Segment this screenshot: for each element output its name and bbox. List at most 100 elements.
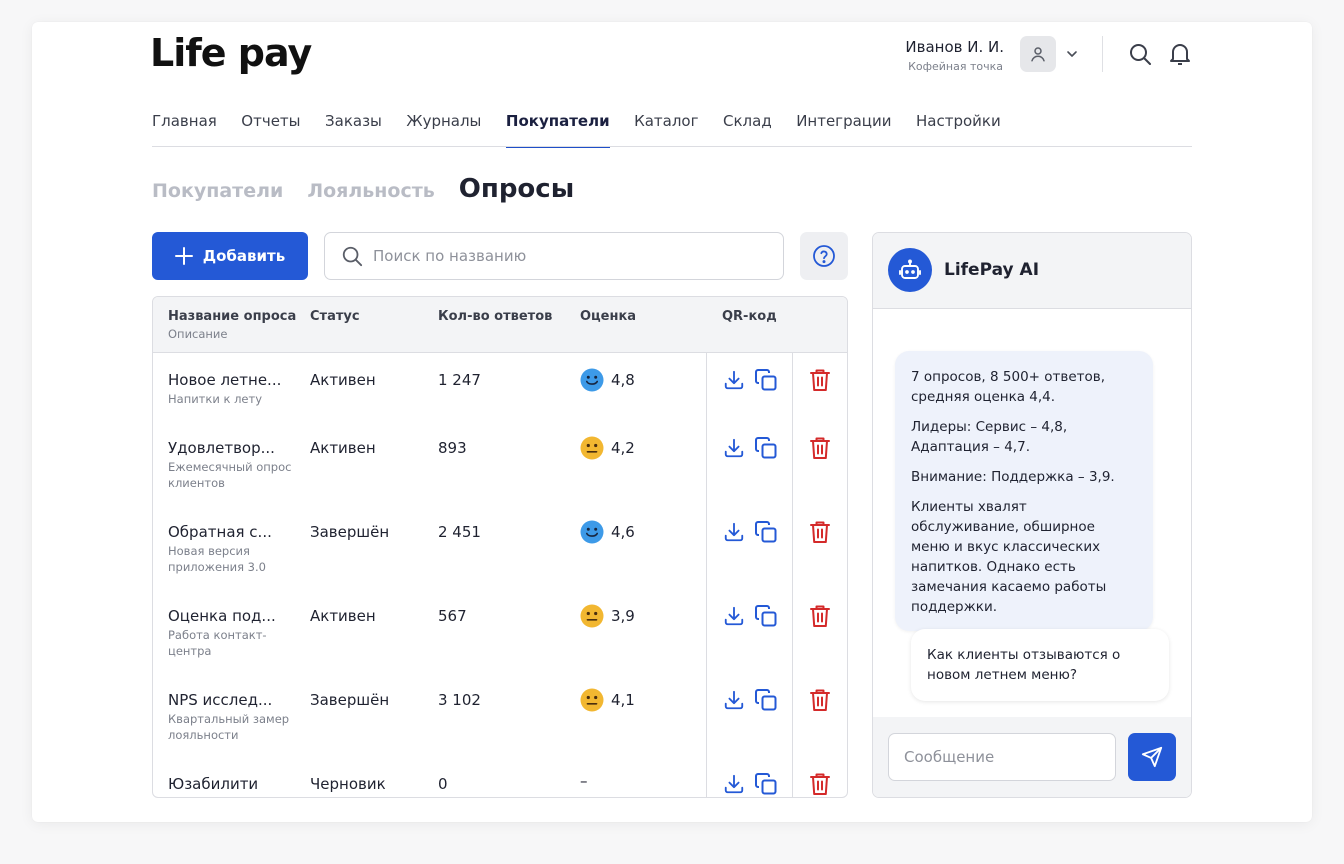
- sub-tabs: Покупатели Лояльность Опросы: [152, 174, 598, 204]
- survey-status: Черновик: [310, 775, 386, 793]
- download-icon[interactable]: [723, 369, 745, 391]
- table-row[interactable]: Новое летне... Напитки к лету Активен 1 247…: [153, 353, 847, 421]
- nav-item-settings[interactable]: Настройки: [916, 108, 1001, 148]
- nav-item-customers[interactable]: Покупатели: [505, 108, 610, 148]
- surveys-table: Название опроса Описание Статус Кол-во о…: [152, 296, 848, 798]
- trash-icon[interactable]: [809, 436, 831, 460]
- copy-icon[interactable]: [754, 604, 778, 628]
- nav-item-warehouse[interactable]: Склад: [723, 108, 772, 148]
- send-button[interactable]: [1128, 733, 1176, 781]
- score-value: 4,1: [611, 691, 635, 709]
- download-icon[interactable]: [723, 689, 745, 711]
- score-value: 4,8: [611, 371, 635, 389]
- survey-description: Напитки к лету: [168, 392, 262, 406]
- help-icon: [813, 245, 835, 267]
- message-input[interactable]: [888, 733, 1116, 781]
- survey-name[interactable]: Обратная с...: [168, 523, 272, 541]
- search-field[interactable]: [324, 232, 784, 280]
- help-button[interactable]: [800, 232, 848, 280]
- trash-icon[interactable]: [809, 772, 831, 796]
- survey-name[interactable]: Новое летне...: [168, 371, 281, 389]
- download-icon[interactable]: [723, 773, 745, 795]
- trash-icon[interactable]: [809, 368, 831, 392]
- survey-score: 4,6: [580, 520, 635, 544]
- ai-avatar: [888, 248, 932, 292]
- user-avatar[interactable]: [1020, 36, 1056, 72]
- copy-icon[interactable]: [754, 772, 778, 796]
- ai-panel-footer: [873, 717, 1191, 797]
- survey-answers: 3 102: [438, 691, 481, 709]
- assistant-message-line: Лидеры: Сервис – 4,8, Адаптация – 4,7.: [911, 419, 1068, 455]
- add-button-label: Добавить: [202, 247, 286, 265]
- survey-description: Квартальный замер лояльности: [168, 712, 290, 742]
- search-input[interactable]: [373, 247, 753, 265]
- survey-name[interactable]: Юзабилити: [168, 775, 258, 793]
- score-value: –: [580, 772, 588, 790]
- survey-description: Ежемесячный опрос клиентов: [168, 460, 292, 490]
- download-icon[interactable]: [723, 521, 745, 543]
- survey-description: Новая версия приложения 3.0: [168, 544, 266, 574]
- score-value: 3,9: [611, 607, 635, 625]
- neutral-face-icon: [580, 436, 604, 460]
- survey-status: Активен: [310, 607, 376, 625]
- ai-assistant-panel: LifePay AI 7 опросов, 8 500+ ответов, ср…: [872, 232, 1192, 798]
- ai-panel-title: LifePay AI: [944, 260, 1040, 280]
- col-status[interactable]: Статус: [310, 309, 360, 324]
- nav-item-integrations[interactable]: Интеграции: [796, 108, 891, 148]
- bot-icon: [899, 259, 921, 279]
- copy-icon[interactable]: [754, 520, 778, 544]
- col-qr: QR-код: [722, 309, 777, 324]
- table-row[interactable]: Оценка под... Работа контакт-центра Активе…: [153, 589, 847, 673]
- survey-name[interactable]: NPS исслед...: [168, 691, 272, 709]
- col-answers[interactable]: Кол-во ответов: [438, 309, 552, 324]
- download-icon[interactable]: [723, 437, 745, 459]
- copy-icon[interactable]: [754, 688, 778, 712]
- copy-icon[interactable]: [754, 368, 778, 392]
- col-name[interactable]: Название опроса: [168, 309, 296, 324]
- lifepay-logo[interactable]: Life pay: [150, 34, 322, 76]
- survey-name[interactable]: Оценка под...: [168, 607, 276, 625]
- table-header: Название опроса Описание Статус Кол-во о…: [153, 297, 847, 353]
- col-score[interactable]: Оценка: [580, 309, 636, 324]
- subtab-customers[interactable]: Покупатели: [152, 180, 283, 202]
- search-icon: [342, 246, 363, 267]
- assistant-message-line: Внимание: Поддержка – 3,9.: [911, 469, 1115, 485]
- chevron-down-icon[interactable]: [1064, 46, 1080, 62]
- nav-item-orders[interactable]: Заказы: [325, 108, 382, 148]
- user-name[interactable]: Иванов И. И.: [832, 38, 1004, 56]
- table-row[interactable]: Обратная с... Новая версия приложения 3.0…: [153, 505, 847, 589]
- trash-icon[interactable]: [809, 520, 831, 544]
- bell-icon[interactable]: [1168, 41, 1192, 67]
- table-row[interactable]: Удовлетвор... Ежемесячный опрос клиентов А…: [153, 421, 847, 505]
- neutral-face-icon: [580, 604, 604, 628]
- survey-answers: 0: [438, 775, 448, 793]
- app-window: Life pay Иванов И. И. Кофейная точка Гла…: [32, 22, 1312, 822]
- survey-score: 4,8: [580, 368, 635, 392]
- user-message: Как клиенты отзываются о новом летнем ме…: [911, 629, 1169, 701]
- nav-item-catalog[interactable]: Каталог: [634, 108, 698, 148]
- survey-name[interactable]: Удовлетвор...: [168, 439, 275, 457]
- table-row[interactable]: Юзабилити Черновик 0 –: [153, 757, 847, 797]
- subtab-loyalty[interactable]: Лояльность: [307, 180, 434, 202]
- trash-icon[interactable]: [809, 688, 831, 712]
- search-icon[interactable]: [1128, 42, 1152, 66]
- nav-item-journals[interactable]: Журналы: [406, 108, 481, 148]
- user-icon: [1031, 47, 1045, 62]
- add-survey-button[interactable]: Добавить: [152, 232, 308, 280]
- header-divider: [1102, 36, 1103, 72]
- survey-score: 3,9: [580, 604, 635, 628]
- col-name-sub: Описание: [168, 327, 228, 341]
- copy-icon[interactable]: [754, 436, 778, 460]
- subtab-surveys[interactable]: Опросы: [459, 174, 574, 204]
- user-organization: Кофейная точка: [908, 60, 1003, 73]
- trash-icon[interactable]: [809, 604, 831, 628]
- table-row[interactable]: NPS исслед... Квартальный замер лояльност…: [153, 673, 847, 757]
- svg-text:Life pay: Life pay: [150, 34, 312, 75]
- plus-icon: [174, 247, 193, 265]
- nav-item-reports[interactable]: Отчеты: [241, 108, 300, 148]
- survey-answers: 1 247: [438, 371, 481, 389]
- nav-divider: [152, 146, 1192, 147]
- survey-status: Активен: [310, 371, 376, 389]
- download-icon[interactable]: [723, 605, 745, 627]
- nav-item-main[interactable]: Главная: [152, 108, 217, 148]
